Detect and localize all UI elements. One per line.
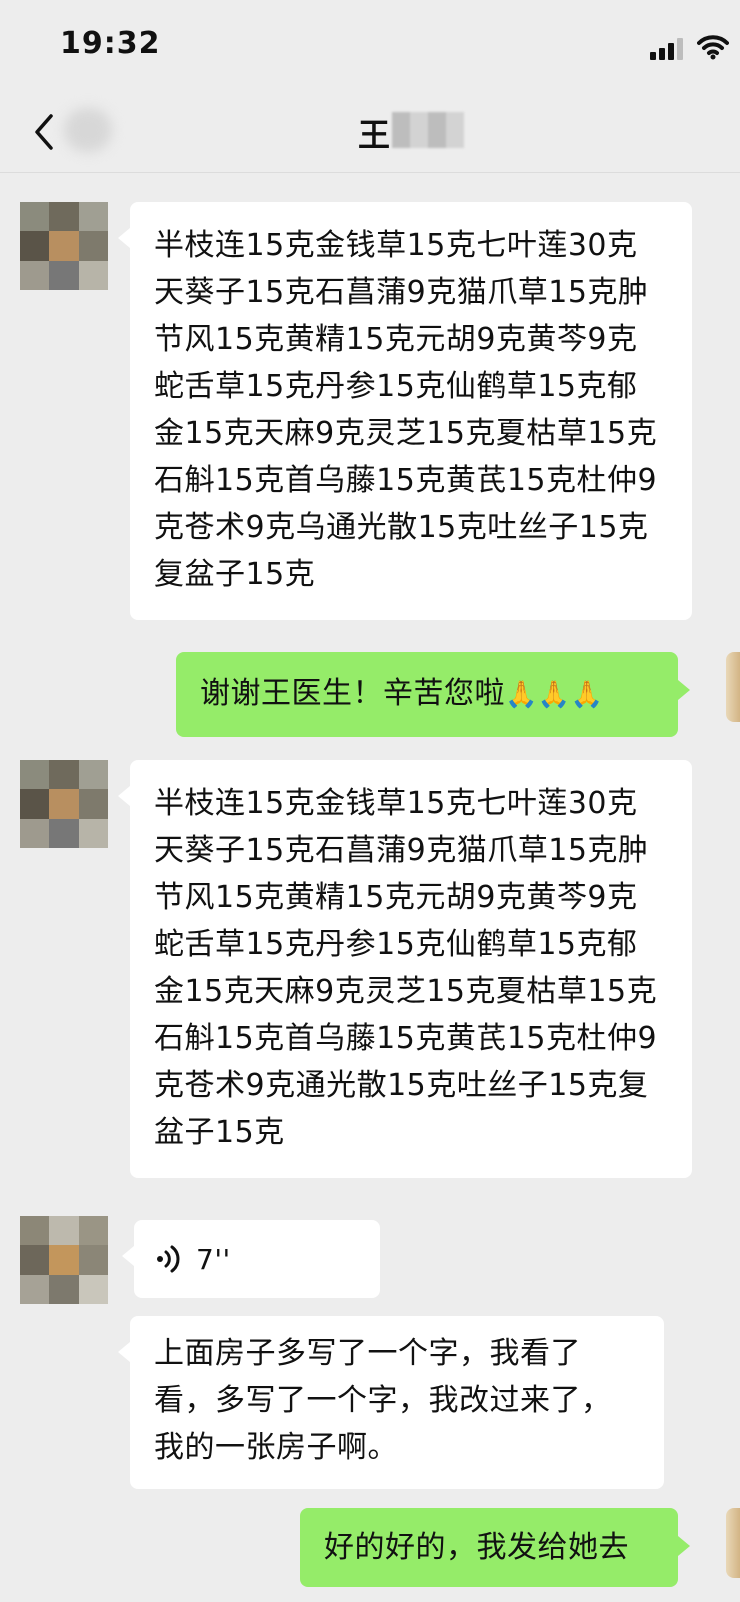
message-text: 半枝连15克金钱草15克七叶莲30克天葵子15克石菖蒲9克猫爪草15克肿节风15… (154, 786, 658, 1150)
signal-icon (650, 38, 683, 60)
chevron-left-icon[interactable] (32, 112, 56, 152)
chat-header: 王 (0, 100, 740, 173)
title-blurred-name (392, 112, 464, 148)
contact-avatar[interactable] (20, 760, 108, 848)
message-text: 谢谢王医生！辛苦您啦 (200, 676, 505, 711)
praying-hands-emoji: 🙏🙏🙏 (505, 680, 604, 710)
message-bubble-outgoing[interactable]: 好的好的，我发给她去 (300, 1508, 690, 1587)
my-avatar[interactable] (726, 652, 740, 722)
unread-count-blurred (64, 108, 112, 152)
voice-duration: 7'' (196, 1243, 231, 1276)
wifi-icon (697, 35, 729, 60)
my-avatar[interactable] (726, 1508, 740, 1578)
voice-icon (157, 1245, 180, 1273)
message-text: 好的好的，我发给她去 (324, 1530, 629, 1565)
contact-avatar[interactable] (20, 1216, 108, 1304)
message-text: 半枝连15克金钱草15克七叶莲30克天葵子15克石菖蒲9克猫爪草15克肿节风15… (154, 228, 658, 592)
status-bar: 19:32 (0, 0, 740, 100)
status-time: 19:32 (60, 26, 161, 61)
chat-title[interactable]: 王 (358, 110, 390, 156)
voice-message[interactable]: 7'' (122, 1220, 380, 1298)
message-text: 上面房子多写了一个字，我看了看，多写了一个字，我改过来了，我的一张房子啊。 (154, 1336, 612, 1465)
message-bubble[interactable]: 半枝连15克金钱草15克七叶莲30克天葵子15克石菖蒲9克猫爪草15克肿节风15… (118, 760, 692, 1178)
contact-avatar[interactable] (20, 202, 108, 290)
message-bubble[interactable]: 上面房子多写了一个字，我看了看，多写了一个字，我改过来了，我的一张房子啊。 (118, 1316, 664, 1489)
message-bubble[interactable]: 半枝连15克金钱草15克七叶莲30克天葵子15克石菖蒲9克猫爪草15克肿节风15… (118, 202, 692, 620)
message-bubble-outgoing[interactable]: 谢谢王医生！辛苦您啦🙏🙏🙏 (176, 652, 690, 737)
